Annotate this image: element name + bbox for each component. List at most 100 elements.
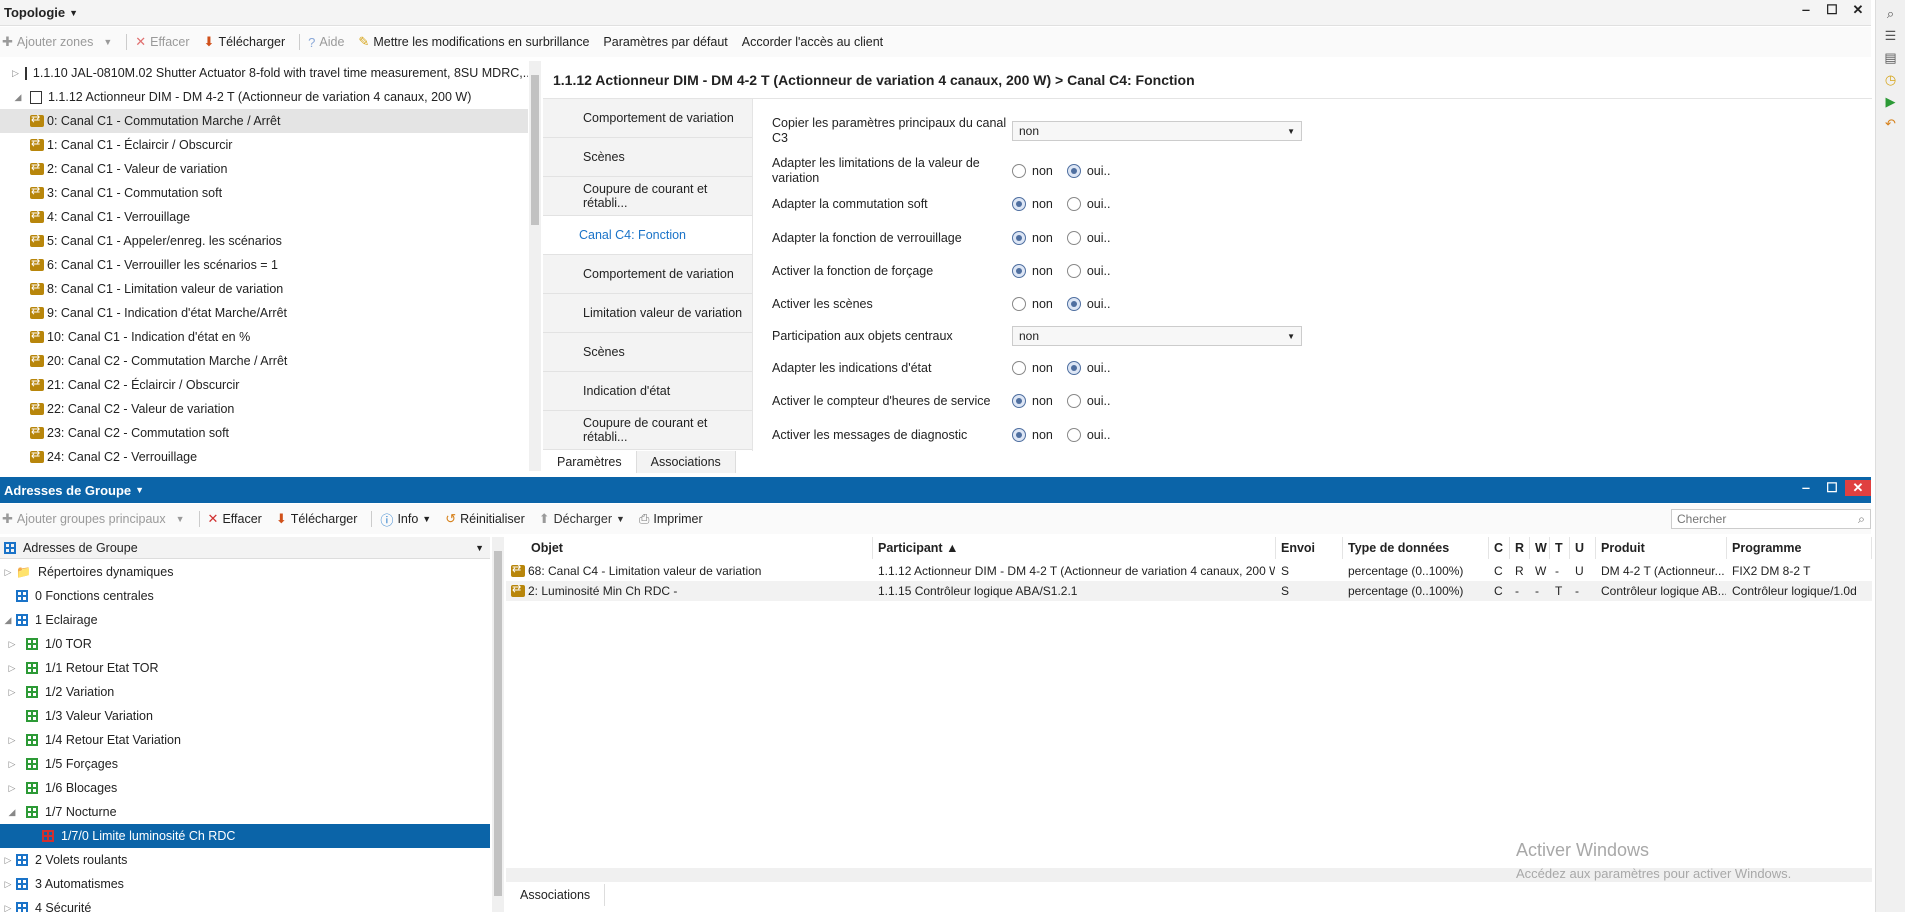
expand-arrow-icon[interactable]: ▷ (6, 687, 18, 698)
group-node[interactable]: ▷ 1/2 Variation (0, 680, 490, 704)
column-header[interactable]: Programme (1727, 537, 1872, 559)
expand-arrow-icon[interactable]: ◢ (12, 92, 24, 103)
radio-oui[interactable]: oui.. (1066, 428, 1111, 442)
object-node[interactable]: 20: Canal C2 - Commutation Marche / Arrê… (0, 349, 528, 373)
radio-circle[interactable] (1012, 361, 1026, 375)
close-icon[interactable]: ✕ (1845, 480, 1871, 496)
radio-oui[interactable]: oui.. (1066, 164, 1111, 178)
group-node[interactable]: ▷ 3 Automatismes (0, 872, 490, 896)
download-button[interactable]: ⬇ Télécharger (276, 511, 358, 527)
group-node[interactable]: 0 Fonctions centrales (0, 584, 490, 608)
radio-circle[interactable] (1066, 164, 1081, 178)
radio-circle[interactable] (1066, 197, 1081, 211)
column-header[interactable]: U (1570, 537, 1596, 559)
object-node[interactable]: 9: Canal C1 - Indication d'état Marche/A… (0, 301, 528, 325)
expand-arrow-icon[interactable]: ◢ (6, 807, 18, 818)
column-header[interactable]: Objet (506, 537, 873, 559)
radio-circle[interactable] (1066, 264, 1081, 278)
group-node[interactable]: ▷ 1/6 Blocages (0, 776, 490, 800)
radio-circle[interactable] (1066, 361, 1081, 375)
object-node[interactable]: 24: Canal C2 - Verrouillage (0, 445, 528, 469)
param-tab[interactable]: Coupure de courant et rétabli... (543, 411, 752, 450)
tab-parameters[interactable]: Paramètres (543, 451, 637, 473)
tab-associations[interactable]: Associations (636, 451, 736, 473)
minimize-icon[interactable]: ‒ (1793, 480, 1819, 496)
radio-oui[interactable]: oui.. (1066, 264, 1111, 278)
group-node[interactable]: ▷ 1/5 Forçages (0, 752, 490, 776)
play-icon[interactable]: ▶ (1876, 94, 1905, 110)
reset-button[interactable]: ↺ Réinitialiser (445, 511, 525, 527)
column-header[interactable]: C (1489, 537, 1510, 559)
param-tab[interactable]: Scènes (543, 138, 752, 177)
highlight-changes-button[interactable]: ✎ Mettre les modifications en surbrillanc… (358, 34, 589, 50)
download-button[interactable]: ⬇ Télécharger (204, 34, 286, 50)
expand-arrow-icon[interactable]: ▷ (2, 879, 14, 890)
param-dropdown[interactable]: non ▼ (1012, 326, 1302, 346)
expand-arrow-icon[interactable]: ▷ (6, 663, 18, 674)
expand-arrow-icon[interactable]: ▷ (6, 759, 18, 770)
radio-circle[interactable] (1012, 297, 1026, 311)
param-tab[interactable]: Scènes (543, 333, 752, 372)
unload-button[interactable]: ⬆ Décharger ▼ (539, 511, 625, 527)
group-node[interactable]: ▷ 1/1 Retour Etat TOR (0, 656, 490, 680)
document-icon[interactable]: ▤ (1876, 50, 1905, 66)
object-node[interactable]: 8: Canal C1 - Limitation valeur de varia… (0, 277, 528, 301)
expand-arrow-icon[interactable]: ▷ (2, 855, 14, 866)
object-node[interactable]: 4: Canal C1 - Verrouillage (0, 205, 528, 229)
param-tab[interactable]: Canal C4: Fonction (543, 216, 752, 255)
add-main-groups-button[interactable]: ✚ Ajouter groupes principaux ▼ (2, 511, 185, 527)
expand-arrow-icon[interactable]: ◢ (2, 615, 14, 626)
undo-icon[interactable]: ↶ (1876, 116, 1905, 132)
radio-circle[interactable] (1066, 394, 1081, 408)
scrollbar-thumb[interactable] (531, 75, 539, 225)
group-node[interactable]: ◢ 1/7 Nocturne (0, 800, 490, 824)
add-zones-button[interactable]: ✚ Ajouter zones ▼ (2, 34, 112, 50)
group-addresses-title[interactable]: Adresses de Groupe (4, 483, 131, 498)
object-node[interactable]: 6: Canal C1 - Verrouiller les scénarios … (0, 253, 528, 277)
object-node[interactable]: 10: Canal C1 - Indication d'état en % (0, 325, 528, 349)
group-tree-scrollbar[interactable] (492, 537, 504, 912)
param-tab[interactable]: Indication d'état (543, 372, 752, 411)
radio-non[interactable]: non (1012, 264, 1053, 278)
object-node[interactable]: 1: Canal C1 - Éclaircir / Obscurcir (0, 133, 528, 157)
radio-circle[interactable] (1012, 164, 1026, 178)
object-node[interactable]: 5: Canal C1 - Appeler/enreg. les scénari… (0, 229, 528, 253)
radio-circle[interactable] (1012, 197, 1026, 211)
group-node[interactable]: ▷ 2 Volets roulants (0, 848, 490, 872)
column-header[interactable]: Produit (1596, 537, 1727, 559)
client-access-button[interactable]: Accorder l'accès au client (742, 35, 883, 49)
radio-non[interactable]: non (1012, 428, 1053, 442)
column-header[interactable]: W (1530, 537, 1550, 559)
radio-non[interactable]: non (1012, 361, 1053, 375)
param-dropdown[interactable]: non ▼ (1012, 121, 1302, 141)
radio-non[interactable]: non (1012, 297, 1053, 311)
radio-circle[interactable] (1066, 297, 1081, 311)
radio-circle[interactable] (1012, 428, 1026, 442)
radio-circle[interactable] (1066, 231, 1081, 245)
help-button[interactable]: ? Aide (308, 35, 344, 50)
object-node[interactable]: 3: Canal C1 - Commutation soft (0, 181, 528, 205)
expand-arrow-icon[interactable]: ▷ (6, 783, 18, 794)
column-header[interactable]: R (1510, 537, 1530, 559)
radio-oui[interactable]: oui.. (1066, 297, 1111, 311)
object-node[interactable]: 21: Canal C2 - Éclaircir / Obscurcir (0, 373, 528, 397)
radio-non[interactable]: non (1012, 394, 1053, 408)
chevron-down-icon[interactable]: ▼ (69, 8, 78, 18)
close-icon[interactable]: ✕ (1845, 2, 1871, 18)
radio-non[interactable]: non (1012, 197, 1053, 211)
radio-oui[interactable]: oui.. (1066, 394, 1111, 408)
minimize-icon[interactable]: ‒ (1793, 2, 1819, 18)
group-node[interactable]: ◢ 1 Eclairage (0, 608, 490, 632)
expand-arrow-icon[interactable]: ▷ (2, 903, 14, 912)
radio-circle[interactable] (1012, 264, 1026, 278)
tab-associations[interactable]: Associations (506, 884, 606, 906)
search-icon[interactable]: ⌕ (1876, 6, 1905, 22)
delete-button[interactable]: ✕ Effacer (135, 34, 189, 50)
device-node[interactable]: ◢ 1.1.12 Actionneur DIM - DM 4-2 T (Actio… (0, 85, 528, 109)
search-icon[interactable]: ⌕ (1858, 512, 1865, 527)
object-node[interactable]: 22: Canal C2 - Valeur de variation (0, 397, 528, 421)
delete-button[interactable]: ✕ Effacer (208, 511, 262, 527)
column-header[interactable]: Envoi (1276, 537, 1343, 559)
group-node[interactable]: ▷ 📁 Répertoires dynamiques (0, 560, 490, 584)
radio-non[interactable]: non (1012, 164, 1053, 178)
